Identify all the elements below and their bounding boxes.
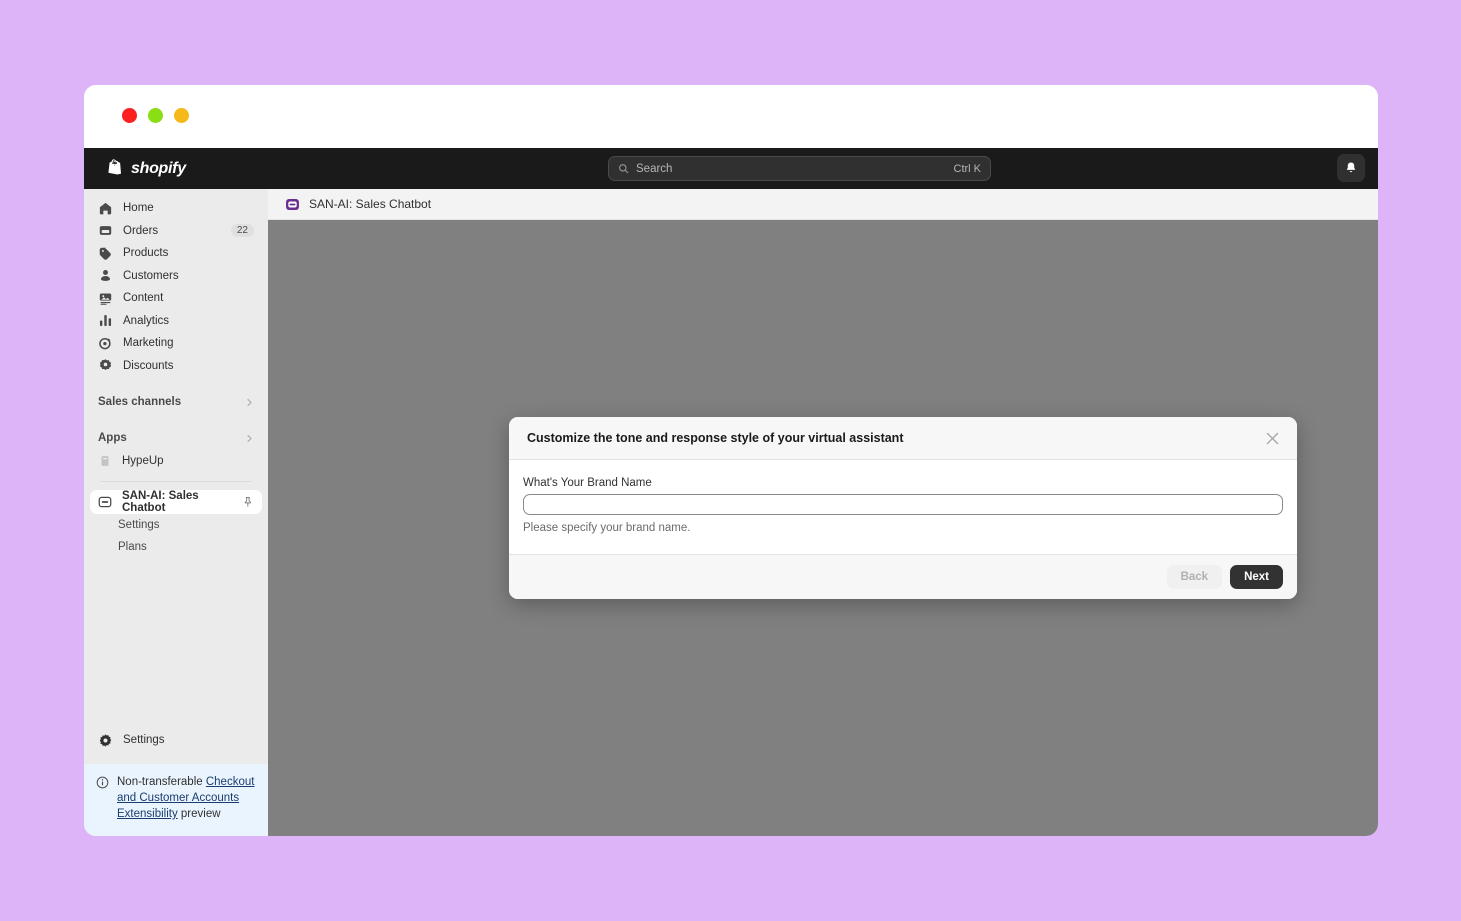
sidebar-banner: Non-transferable Checkout and Customer A… [84,764,268,836]
sidebar-item-content[interactable]: Content [90,287,262,310]
pin-icon[interactable] [242,496,254,508]
sidebar-item-analytics[interactable]: Analytics [90,310,262,333]
next-button[interactable]: Next [1230,565,1283,589]
sidebar: Home Orders 22 Products Customers Conten… [84,189,268,836]
chevron-right-icon [247,398,252,406]
app-header-title: SAN-AI: Sales Chatbot [309,197,432,211]
window-close-button[interactable] [122,108,137,123]
sidebar-app-hypeup[interactable]: HypeUp [90,449,262,473]
browser-window: shopify Search Ctrl K Home Orders 22 Pro… [84,85,1378,836]
marketing-target-icon [99,337,111,350]
products-tag-icon [99,247,111,260]
brand-name-input[interactable] [523,494,1283,515]
modal-body: What's Your Brand Name Please specify yo… [509,460,1297,554]
window-minimize-button[interactable] [148,108,163,123]
sidebar-item-orders[interactable]: Orders 22 [90,220,262,243]
shopify-bag-icon [108,159,122,175]
gear-icon [99,733,112,747]
window-maximize-button[interactable] [174,108,189,123]
sidebar-item-label: Marketing [123,337,174,350]
window-controls [122,108,189,123]
sidebar-item-home[interactable]: Home [90,197,262,220]
close-icon[interactable] [1266,432,1279,445]
sidebar-item-discounts[interactable]: Discounts [90,355,262,378]
sidebar-item-label: Products [123,247,169,260]
customers-person-icon [101,270,110,282]
chatbot-icon [98,496,112,508]
page-root: shopify Search Ctrl K Home Orders 22 Pro… [0,0,1461,921]
sidebar-app-label: HypeUp [122,455,164,467]
analytics-bars-icon [99,315,112,327]
brand-name-help-text: Please specify your brand name. [523,522,691,534]
shopify-logo[interactable]: shopify [107,159,186,178]
orders-inbox-icon [99,226,112,236]
sidebar-section-apps[interactable]: Apps [90,427,262,449]
hypeup-app-icon [101,456,109,466]
search-bar[interactable]: Search Ctrl K [608,156,991,181]
sidebar-subitem-settings[interactable]: Settings [90,514,262,536]
modal-footer: Back Next [509,554,1297,599]
shopify-topbar: shopify Search Ctrl K [84,148,1378,189]
sidebar-app-san-ai-sales-chatbot[interactable]: SAN-AI: Sales Chatbot [90,490,262,514]
sidebar-item-products[interactable]: Products [90,242,262,265]
sidebar-app-label: SAN-AI: Sales Chatbot [122,490,199,514]
customize-assistant-modal: Customize the tone and response style of… [509,417,1297,599]
search-input[interactable]: Search [636,163,954,175]
sidebar-item-label: Discounts [123,359,174,372]
search-icon [619,164,629,174]
sidebar-item-label: Customers [123,269,179,282]
brand-name-label: What's Your Brand Name [523,477,652,489]
sidebar-section-label: Sales channels [98,396,182,408]
app-body: Home Orders 22 Products Customers Conten… [84,189,1378,836]
main-content: SAN-AI: Sales Chatbot Customize the tone… [268,189,1378,836]
sidebar-subitem-label: Settings [118,519,160,531]
window-titlebar [84,85,1378,148]
sidebar-item-marketing[interactable]: Marketing [90,332,262,355]
chatbot-icon [286,198,299,210]
sidebar-divider [100,481,252,482]
home-icon [99,202,112,215]
banner-text: Non-transferable Checkout and Customer A… [117,774,256,822]
content-image-icon [99,293,112,305]
bell-icon [1346,162,1356,173]
modal-title: Customize the tone and response style of… [527,431,904,445]
sidebar-nav: Home Orders 22 Products Customers Conten… [84,189,268,558]
sidebar-settings-label: Settings [123,734,165,746]
banner-text-after: preview [177,808,221,820]
sidebar-item-label: Home [123,202,154,215]
sidebar-subitem-plans[interactable]: Plans [90,536,262,558]
banner-text-before: Non-transferable [117,776,206,788]
orders-count-badge: 22 [230,224,254,238]
sidebar-item-label: Analytics [123,314,170,327]
sidebar-section-sales-channels[interactable]: Sales channels [90,391,262,413]
app-header: SAN-AI: Sales Chatbot [268,189,1378,220]
sidebar-item-label: Content [123,292,164,305]
modal-header: Customize the tone and response style of… [509,417,1297,460]
sidebar-item-customers[interactable]: Customers [90,265,262,288]
discounts-badge-icon [99,359,112,371]
sidebar-section-label: Apps [98,432,127,444]
back-button[interactable]: Back [1166,565,1223,589]
notifications-button[interactable] [1337,154,1365,182]
sidebar-subitem-label: Plans [118,541,147,553]
sidebar-footer: Settings Non-transferable Checkout and C… [84,728,268,836]
sidebar-item-settings[interactable]: Settings [84,728,268,752]
sidebar-item-label: Orders [123,224,159,237]
search-shortcut-hint: Ctrl K [953,162,982,175]
info-circle-icon [96,776,109,789]
app-canvas: Customize the tone and response style of… [268,220,1378,836]
chevron-right-icon [247,434,252,442]
shopify-logo-text: shopify [131,159,186,177]
